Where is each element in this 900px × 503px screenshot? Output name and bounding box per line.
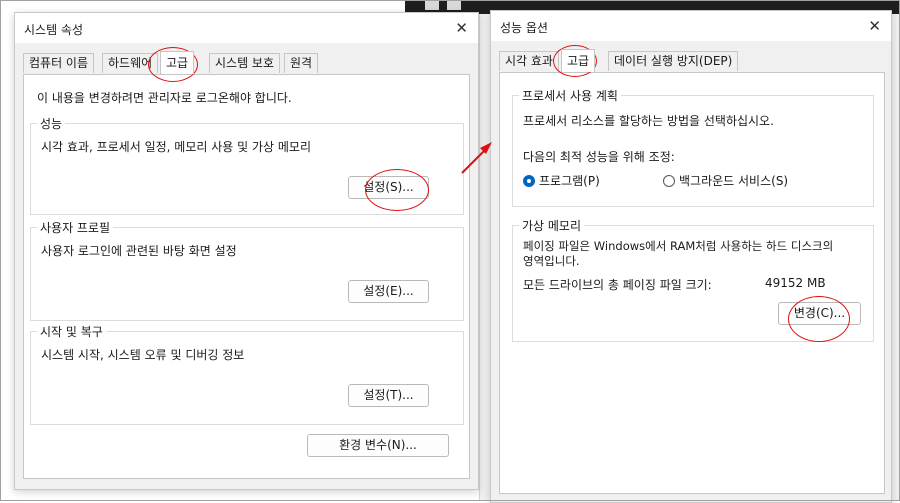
startup-recovery-description: 시스템 시작, 시스템 오류 및 디버깅 정보 — [41, 348, 245, 362]
total-paging-size-label: 모든 드라이브의 총 페이징 파일 크기: — [523, 278, 712, 292]
radio-selected-icon — [523, 174, 535, 187]
virtual-memory-description-line2: 영역입니다. — [523, 254, 580, 268]
titlebar: 시스템 속성 ✕ — [15, 13, 478, 43]
dialog-title: 성능 옵션 — [500, 21, 548, 35]
startup-recovery-title: 시작 및 복구 — [37, 323, 106, 340]
system-properties-dialog: 시스템 속성 ✕ 컴퓨터 이름 하드웨어 고급 시스템 보호 원격 이 내용을 … — [14, 12, 479, 490]
close-icon[interactable]: ✕ — [455, 19, 468, 37]
virtual-memory-title: 가상 메모리 — [519, 217, 585, 234]
admin-notice: 이 내용을 변경하려면 관리자로 로그온해야 합니다. — [37, 91, 292, 105]
adjust-for-label: 다음의 최적 성능을 위해 조정: — [523, 150, 675, 164]
total-paging-size-value: 49152 MB — [765, 276, 826, 290]
user-profile-settings-button[interactable]: 설정(E)... — [348, 280, 429, 303]
titlebar: 성능 옵션 ✕ — [491, 11, 891, 41]
performance-group: 성능 시각 효과, 프로세서 일정, 메모리 사용 및 가상 메모리 설정(S)… — [30, 115, 464, 215]
background-app-icon — [425, 0, 439, 10]
background-services-radio-label: 백그라운드 서비스(S) — [679, 174, 789, 188]
close-icon[interactable]: ✕ — [868, 17, 881, 35]
background-app-icon — [447, 0, 461, 10]
user-profile-group: 사용자 프로필 사용자 로그인에 관련된 바탕 화면 설정 설정(E)... — [30, 219, 464, 321]
performance-settings-button[interactable]: 설정(S)... — [348, 176, 429, 199]
tab-hardware[interactable]: 하드웨어 — [102, 53, 159, 73]
user-profile-title: 사용자 프로필 — [37, 219, 114, 236]
tab-advanced[interactable]: 고급 — [160, 51, 195, 74]
change-virtual-memory-button[interactable]: 변경(C)... — [778, 302, 861, 325]
advanced-tab-page: 이 내용을 변경하려면 관리자로 로그온해야 합니다. 성능 시각 효과, 프로… — [23, 74, 470, 479]
environment-variables-button[interactable]: 환경 변수(N)... — [307, 434, 449, 457]
virtual-memory-description-line1: 페이징 파일은 Windows에서 RAM처럼 사용하는 하드 디스크의 — [523, 239, 834, 253]
tab-dep[interactable]: 데이터 실행 방지(DEP) — [608, 51, 739, 71]
background-services-radio[interactable]: 백그라운드 서비스(S) — [663, 172, 788, 189]
virtual-memory-group: 가상 메모리 페이징 파일은 Windows에서 RAM처럼 사용하는 하드 디… — [512, 217, 874, 342]
processor-scheduling-description: 프로세서 리소스를 할당하는 방법을 선택하십시오. — [523, 114, 774, 128]
radio-unselected-icon — [663, 174, 675, 187]
performance-options-dialog: 성능 옵션 ✕ 시각 효과 고급 데이터 실행 방지(DEP) 프로세서 사용 … — [490, 10, 892, 503]
startup-recovery-settings-button[interactable]: 설정(T)... — [348, 384, 429, 407]
annotation-arrow-icon — [461, 142, 492, 174]
performance-title: 성능 — [37, 115, 66, 132]
programs-radio[interactable]: 프로그램(P) — [523, 172, 600, 189]
advanced-tab-page: 프로세서 사용 계획 프로세서 리소스를 할당하는 방법을 선택하십시오. 다음… — [499, 72, 885, 494]
programs-radio-label: 프로그램(P) — [539, 174, 600, 188]
tab-computer-name[interactable]: 컴퓨터 이름 — [23, 53, 95, 73]
processor-scheduling-title: 프로세서 사용 계획 — [519, 87, 621, 104]
tab-remote[interactable]: 원격 — [284, 53, 319, 73]
performance-description: 시각 효과, 프로세서 일정, 메모리 사용 및 가상 메모리 — [41, 140, 311, 154]
dialog-title: 시스템 속성 — [24, 23, 84, 37]
tab-system-protection[interactable]: 시스템 보호 — [209, 53, 281, 73]
startup-recovery-group: 시작 및 복구 시스템 시작, 시스템 오류 및 디버깅 정보 설정(T)... — [30, 323, 464, 425]
tab-visual-effects[interactable]: 시각 효과 — [499, 51, 559, 71]
tab-advanced[interactable]: 고급 — [561, 49, 596, 72]
tab-bar: 시각 효과 고급 데이터 실행 방지(DEP) — [499, 49, 883, 73]
tab-bar: 컴퓨터 이름 하드웨어 고급 시스템 보호 원격 — [23, 51, 470, 75]
user-profile-description: 사용자 로그인에 관련된 바탕 화면 설정 — [41, 244, 237, 258]
processor-scheduling-group: 프로세서 사용 계획 프로세서 리소스를 할당하는 방법을 선택하십시오. 다음… — [512, 87, 874, 207]
